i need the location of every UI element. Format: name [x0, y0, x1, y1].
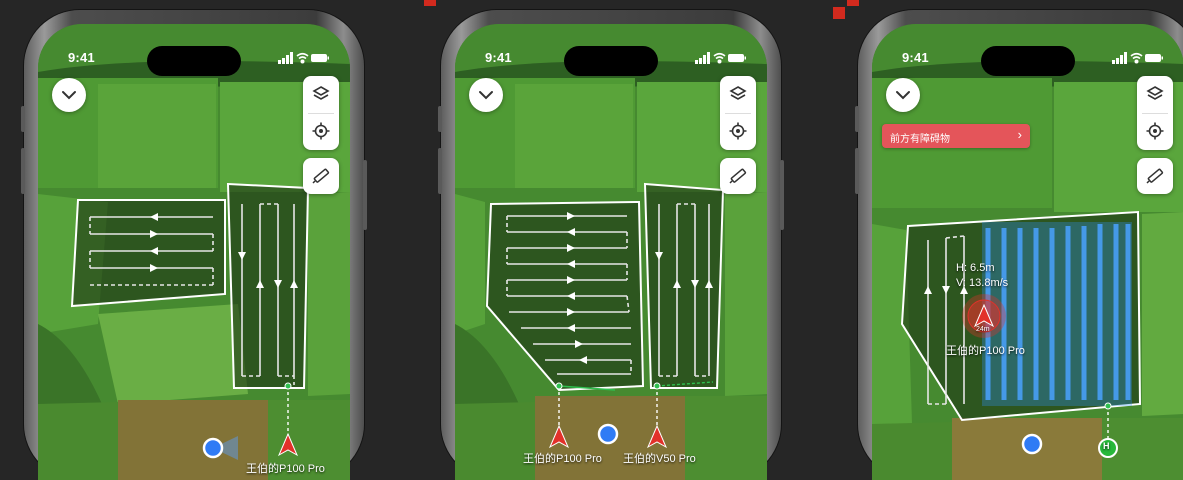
layers-button[interactable] — [1137, 76, 1173, 113]
ruler-icon — [729, 168, 747, 184]
drone-label: 王伯的P100 Pro — [523, 453, 602, 465]
status-time: 9:41 — [485, 50, 512, 65]
phone-button — [21, 148, 25, 194]
layers-button[interactable] — [720, 76, 756, 113]
drone-label: 王伯的P100 Pro — [246, 463, 325, 475]
phone-frame-1: 王伯的P100 Pro 9:41 — [21, 10, 367, 480]
status-bar: 9:41 — [455, 24, 767, 76]
locate-icon — [729, 122, 747, 140]
phone-button — [363, 160, 367, 230]
chevron-down-icon — [896, 91, 910, 100]
measure-button[interactable] — [1137, 158, 1173, 194]
chevron-right-icon: › — [1017, 127, 1022, 142]
decorative-mark — [847, 0, 859, 6]
measure-button[interactable] — [303, 158, 339, 194]
alert-text: 前方有障碍物 — [890, 134, 950, 145]
battery-icon — [728, 54, 746, 62]
battery-icon — [311, 54, 329, 62]
phone-button — [438, 148, 442, 194]
map-tools — [1137, 76, 1173, 150]
wifi-icon — [296, 52, 309, 64]
locate-button[interactable] — [1137, 113, 1173, 150]
drone-label: 王伯的P100 Pro — [946, 345, 1025, 357]
measure-button[interactable] — [720, 158, 756, 194]
system-icons — [1112, 52, 1163, 64]
phone-frame-3: H 24m H: 6.5m V: 13.8m/s 王伯的P100 Pro 9:4… — [855, 10, 1183, 480]
phone-button — [780, 160, 784, 230]
home-point-label: H — [1103, 441, 1110, 451]
map-tools — [303, 76, 339, 150]
telemetry: H: 6.5m V: 13.8m/s — [956, 261, 1008, 291]
obstacle-alert[interactable]: 前方有障碍物 › — [882, 124, 1030, 148]
chevron-down-icon — [62, 91, 76, 100]
locate-icon — [312, 122, 330, 140]
collapse-button[interactable] — [469, 78, 503, 112]
status-bar: 9:41 — [872, 24, 1183, 76]
battery-icon — [1145, 54, 1163, 62]
phone-button — [855, 106, 859, 132]
decorative-mark — [833, 7, 845, 19]
collapse-button[interactable] — [886, 78, 920, 112]
layers-icon — [1146, 86, 1164, 100]
ruler-icon — [312, 168, 330, 184]
height-readout: H: 6.5m — [956, 262, 995, 274]
system-icons — [695, 52, 746, 64]
layers-button[interactable] — [303, 76, 339, 113]
drone-label: 王伯的V50 Pro — [623, 453, 696, 465]
phone-screen-2: 王伯的P100 Pro 王伯的V50 Pro 9:41 — [455, 24, 767, 480]
layers-icon — [312, 86, 330, 100]
locate-button[interactable] — [303, 113, 339, 150]
wifi-icon — [1130, 52, 1143, 64]
status-bar: 9:41 — [38, 24, 350, 76]
velocity-readout: V: 13.8m/s — [956, 277, 1009, 289]
system-icons — [278, 52, 329, 64]
locate-button[interactable] — [720, 113, 756, 150]
phone-button — [855, 148, 859, 194]
chevron-down-icon — [479, 91, 493, 100]
signal-icon — [1112, 52, 1127, 64]
status-time: 9:41 — [68, 50, 95, 65]
collapse-button[interactable] — [52, 78, 86, 112]
phone-button — [438, 106, 442, 132]
phone-screen-3: H 24m H: 6.5m V: 13.8m/s 王伯的P100 Pro 9:4… — [872, 24, 1183, 480]
drone-distance-tag: 24m — [976, 326, 990, 333]
dynamic-island — [147, 46, 241, 76]
map-tools — [720, 76, 756, 150]
signal-icon — [695, 52, 710, 64]
status-time: 9:41 — [902, 50, 929, 65]
ruler-icon — [1146, 168, 1164, 184]
phone-frame-2: 王伯的P100 Pro 王伯的V50 Pro 9:41 — [438, 10, 784, 480]
dynamic-island — [564, 46, 658, 76]
user-location-icon — [597, 423, 619, 445]
phone-screen-1: 王伯的P100 Pro 9:41 — [38, 24, 350, 480]
decorative-mark — [424, 0, 436, 6]
signal-icon — [278, 52, 293, 64]
user-location-icon — [1021, 433, 1043, 455]
phone-button — [21, 106, 25, 132]
locate-icon — [1146, 122, 1164, 140]
layers-icon — [729, 86, 747, 100]
dynamic-island — [981, 46, 1075, 76]
wifi-icon — [713, 52, 726, 64]
